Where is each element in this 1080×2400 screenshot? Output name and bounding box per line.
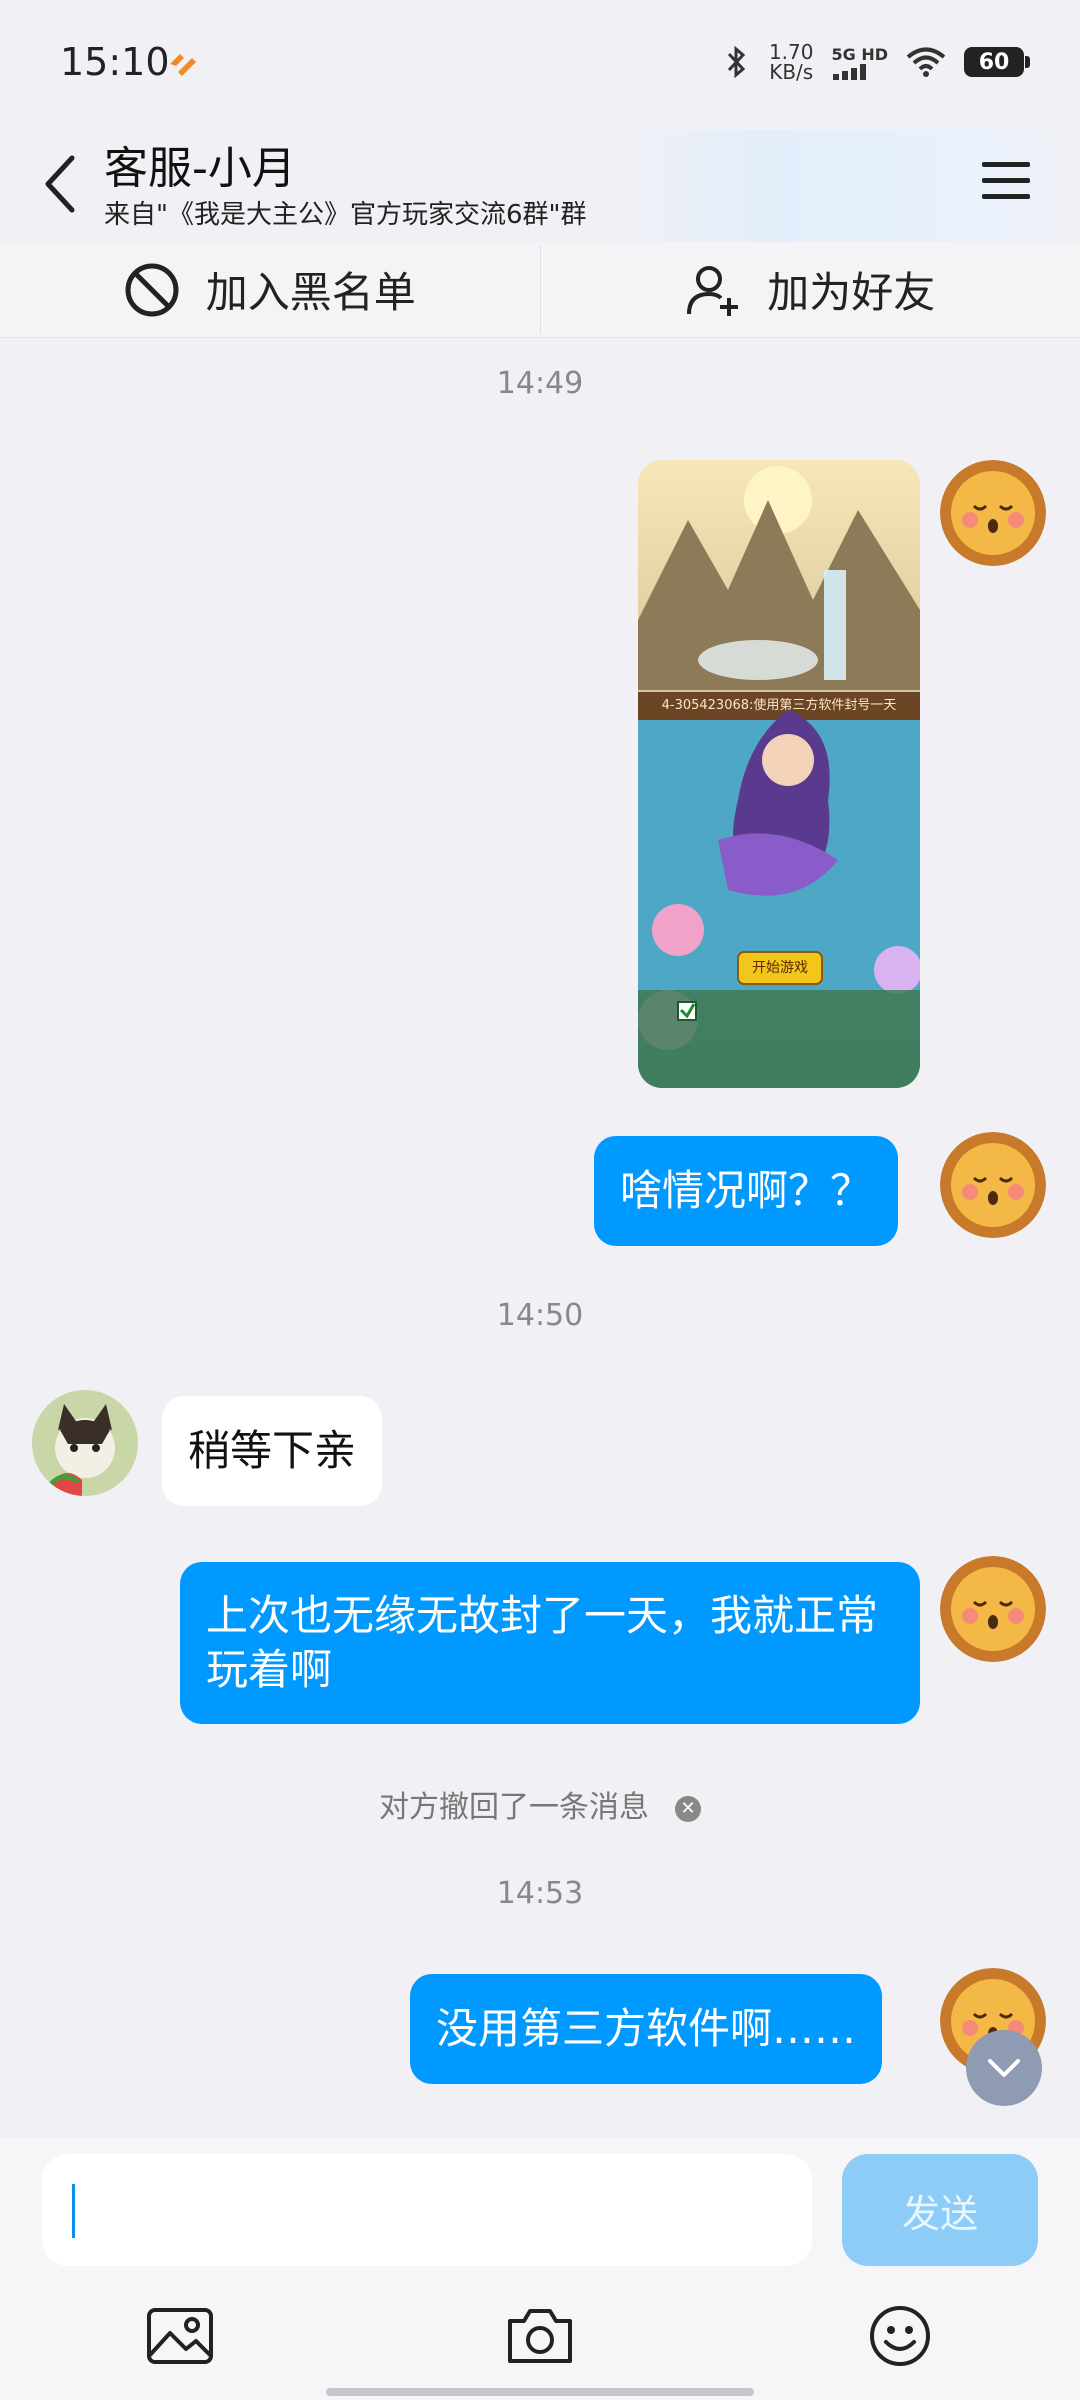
message-bubble[interactable]: 稍等下亲 [162, 1396, 383, 1506]
avatar-image [32, 1390, 138, 1496]
app-notification-icon [170, 54, 196, 76]
menu-button[interactable] [976, 150, 1036, 210]
input-bar: 发送 [0, 2138, 1080, 2400]
recall-text: 对方撤回了一条消息 [379, 1790, 649, 1825]
back-arrow-icon [45, 155, 75, 213]
add-friend-button[interactable]: 加为好友 [541, 242, 1080, 337]
image-button[interactable] [140, 2296, 220, 2376]
my-avatar[interactable] [940, 460, 1046, 566]
stranger-action-bar: 加入黑名单 加为好友 [0, 242, 1080, 338]
battery-indicator: 60 [964, 47, 1030, 77]
timestamp: 14:49 [496, 366, 584, 401]
message-bubble[interactable]: 上次也无缘无故封了一天，我就正常玩着啊 [180, 1562, 920, 1724]
my-avatar[interactable] [940, 1132, 1046, 1238]
image-icon [147, 2308, 213, 2364]
menu-icon [982, 162, 1030, 199]
contact-avatar[interactable] [32, 1390, 138, 1496]
message-list[interactable]: 14:49 4-305423068:使用第三方软件封号一天 开始游戏 啥情况啊？… [0, 338, 1080, 2138]
bluetooth-icon [727, 45, 746, 79]
blacklist-button[interactable]: 加入黑名单 [0, 242, 540, 337]
close-icon[interactable]: ✕ [675, 1795, 701, 1822]
chat-subtitle: 来自"《我是大主公》官方玩家交流6群"群 [104, 200, 587, 230]
blacklist-label: 加入黑名单 [205, 268, 416, 317]
chat-header: 客服-小月 来自"《我是大主公》官方玩家交流6群"群 [0, 130, 1080, 242]
timestamp: 14:50 [496, 1298, 584, 1333]
game-screenshot [638, 460, 920, 1088]
avatar-image [940, 460, 1046, 566]
chevron-down-icon [988, 2059, 1020, 2077]
wifi-icon [906, 47, 946, 77]
add-friend-label: 加为好友 [767, 268, 936, 317]
home-indicator[interactable] [326, 2388, 754, 2396]
avatar-image [940, 1132, 1046, 1238]
add-friend-icon [687, 265, 739, 316]
send-button[interactable]: 发送 [842, 2154, 1038, 2266]
image-caption: 4-305423068:使用第三方软件封号一天 [661, 698, 897, 713]
emoji-icon [870, 2306, 930, 2366]
scroll-to-bottom-button[interactable] [966, 2030, 1042, 2106]
signal-bars-icon [833, 63, 867, 80]
status-icons: 1.70 KB/s 5G HD 60 [723, 40, 1030, 84]
image-start-button-label: 开始游戏 [752, 960, 808, 976]
timestamp: 14:53 [496, 1876, 584, 1911]
text-cursor [72, 2184, 75, 2238]
back-button[interactable] [30, 144, 90, 224]
camera-button[interactable] [500, 2296, 580, 2376]
status-bar: 15:10 1.70 KB/s 5G HD 60 [0, 0, 1080, 130]
chat-title[interactable]: 客服-小月 [104, 132, 296, 196]
emoji-button[interactable] [860, 2296, 940, 2376]
message-input[interactable] [42, 2154, 812, 2266]
image-message[interactable]: 4-305423068:使用第三方软件封号一天 开始游戏 [638, 460, 920, 1088]
avatar-image [940, 1556, 1046, 1662]
cell-signal: 5G HD [831, 45, 888, 80]
recall-notice: 对方撤回了一条消息 ✕ [0, 1782, 1080, 1826]
message-bubble[interactable]: 没用第三方软件啊…… [410, 1974, 883, 2084]
camera-icon [508, 2309, 572, 2363]
status-time: 15:10 [60, 40, 170, 84]
block-icon [125, 263, 179, 316]
message-bubble[interactable]: 啥情况啊？？ [594, 1136, 899, 1246]
net-speed: 1.70 KB/s [768, 40, 814, 84]
my-avatar[interactable] [940, 1556, 1046, 1662]
